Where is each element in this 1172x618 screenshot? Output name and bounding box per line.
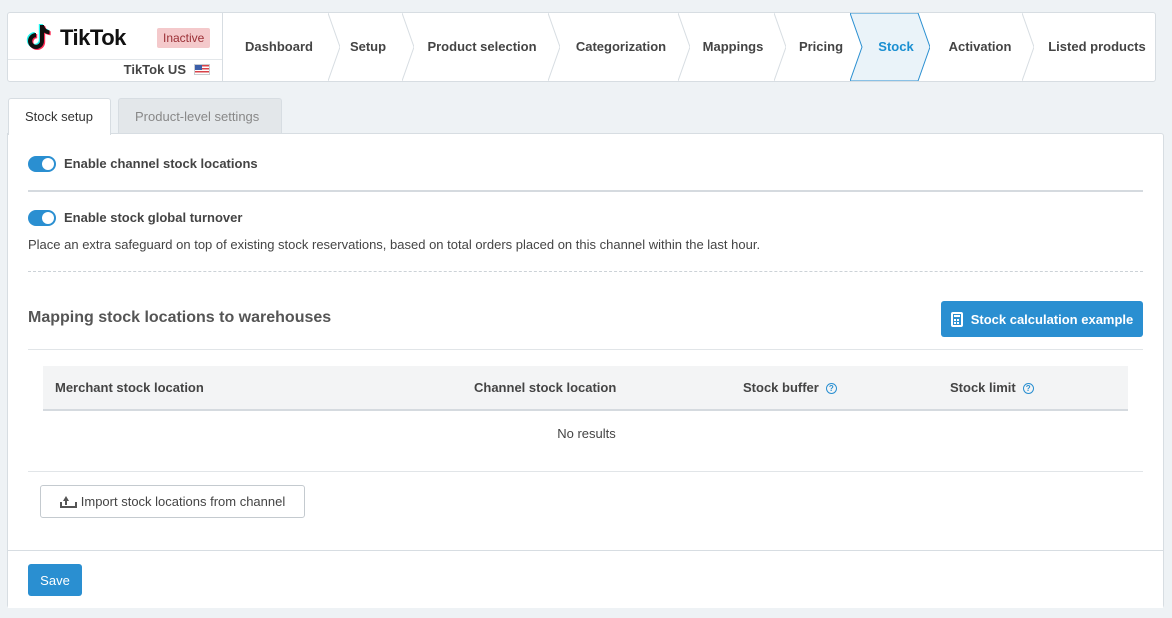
brand-top: TikTok Inactive <box>8 13 222 60</box>
mapping-section-title: Mapping stock locations to warehouses <box>28 309 332 326</box>
column-stock-buffer: Stock buffer ? <box>743 366 837 410</box>
divider <box>28 271 1143 272</box>
column-label: Stock limit <box>950 380 1016 395</box>
channel-name: TikTok US <box>123 62 186 77</box>
divider <box>28 349 1143 350</box>
column-label: Stock buffer <box>743 380 819 395</box>
import-stock-locations-button[interactable]: Import stock locations from channel <box>40 485 305 518</box>
step-categorization[interactable]: Categorization <box>558 13 684 81</box>
empty-table-message: No results <box>557 426 616 441</box>
step-product-selection[interactable]: Product selection <box>412 13 552 81</box>
stock-calculation-example-button[interactable]: Stock calculation example <box>941 301 1143 337</box>
column-label: Channel stock location <box>474 380 617 395</box>
panel-footer: Save <box>8 550 1163 608</box>
channel-selector[interactable]: TikTok US <box>124 62 210 77</box>
divider <box>28 471 1143 472</box>
calculator-icon <box>950 311 963 327</box>
brand-name: TikTok <box>60 25 126 50</box>
save-button[interactable]: Save <box>28 564 82 596</box>
workflow-steps: Dashboard Setup Product selection Catego… <box>224 13 1155 81</box>
stock-locations-table-header: Merchant stock location Channel stock lo… <box>43 366 1128 411</box>
upload-icon <box>59 495 77 508</box>
step-listed-products[interactable]: Listed products <box>1034 13 1160 81</box>
column-stock-limit: Stock limit ? <box>950 366 1034 410</box>
step-stock[interactable]: Stock <box>862 13 930 81</box>
global-turnover-description: Place an extra safeguard on top of exist… <box>28 237 761 252</box>
step-setup[interactable]: Setup <box>338 13 398 81</box>
save-label: Save <box>40 572 70 588</box>
stock-limit-help-icon[interactable]: ? <box>1022 382 1034 394</box>
stock-calculation-example-label: Stock calculation example <box>970 311 1134 327</box>
step-mappings[interactable]: Mappings <box>690 13 776 81</box>
import-stock-locations-label: Import stock locations from channel <box>80 494 286 509</box>
column-label: Merchant stock location <box>55 380 204 395</box>
stock-buffer-help-icon[interactable]: ? <box>825 382 837 394</box>
tab-product-level-settings[interactable]: Product-level settings <box>118 98 282 133</box>
channel-locations-toggle[interactable] <box>28 156 56 172</box>
us-flag-icon <box>194 64 210 75</box>
global-turnover-label: Enable stock global turnover <box>64 210 243 225</box>
channel-locations-label: Enable channel stock locations <box>64 156 258 171</box>
status-badge: Inactive <box>157 28 211 48</box>
divider <box>28 190 1143 192</box>
step-pricing[interactable]: Pricing <box>784 13 858 81</box>
column-merchant-stock-location: Merchant stock location <box>55 366 204 410</box>
tiktok-logo-icon <box>26 24 51 50</box>
channel-brand: TikTok Inactive TikTok US <box>8 13 223 81</box>
stock-settings-panel: Enable channel stock locations Enable st… <box>7 133 1164 608</box>
step-separator <box>1022 13 1034 81</box>
step-separator <box>678 13 690 81</box>
step-dashboard[interactable]: Dashboard <box>224 13 334 81</box>
step-activation[interactable]: Activation <box>932 13 1028 81</box>
tab-stock-setup[interactable]: Stock setup <box>8 98 111 135</box>
channel-header: TikTok Inactive TikTok US Dashboard Setu… <box>7 12 1156 82</box>
global-turnover-toggle[interactable] <box>28 210 56 226</box>
column-channel-stock-location: Channel stock location <box>474 366 616 410</box>
